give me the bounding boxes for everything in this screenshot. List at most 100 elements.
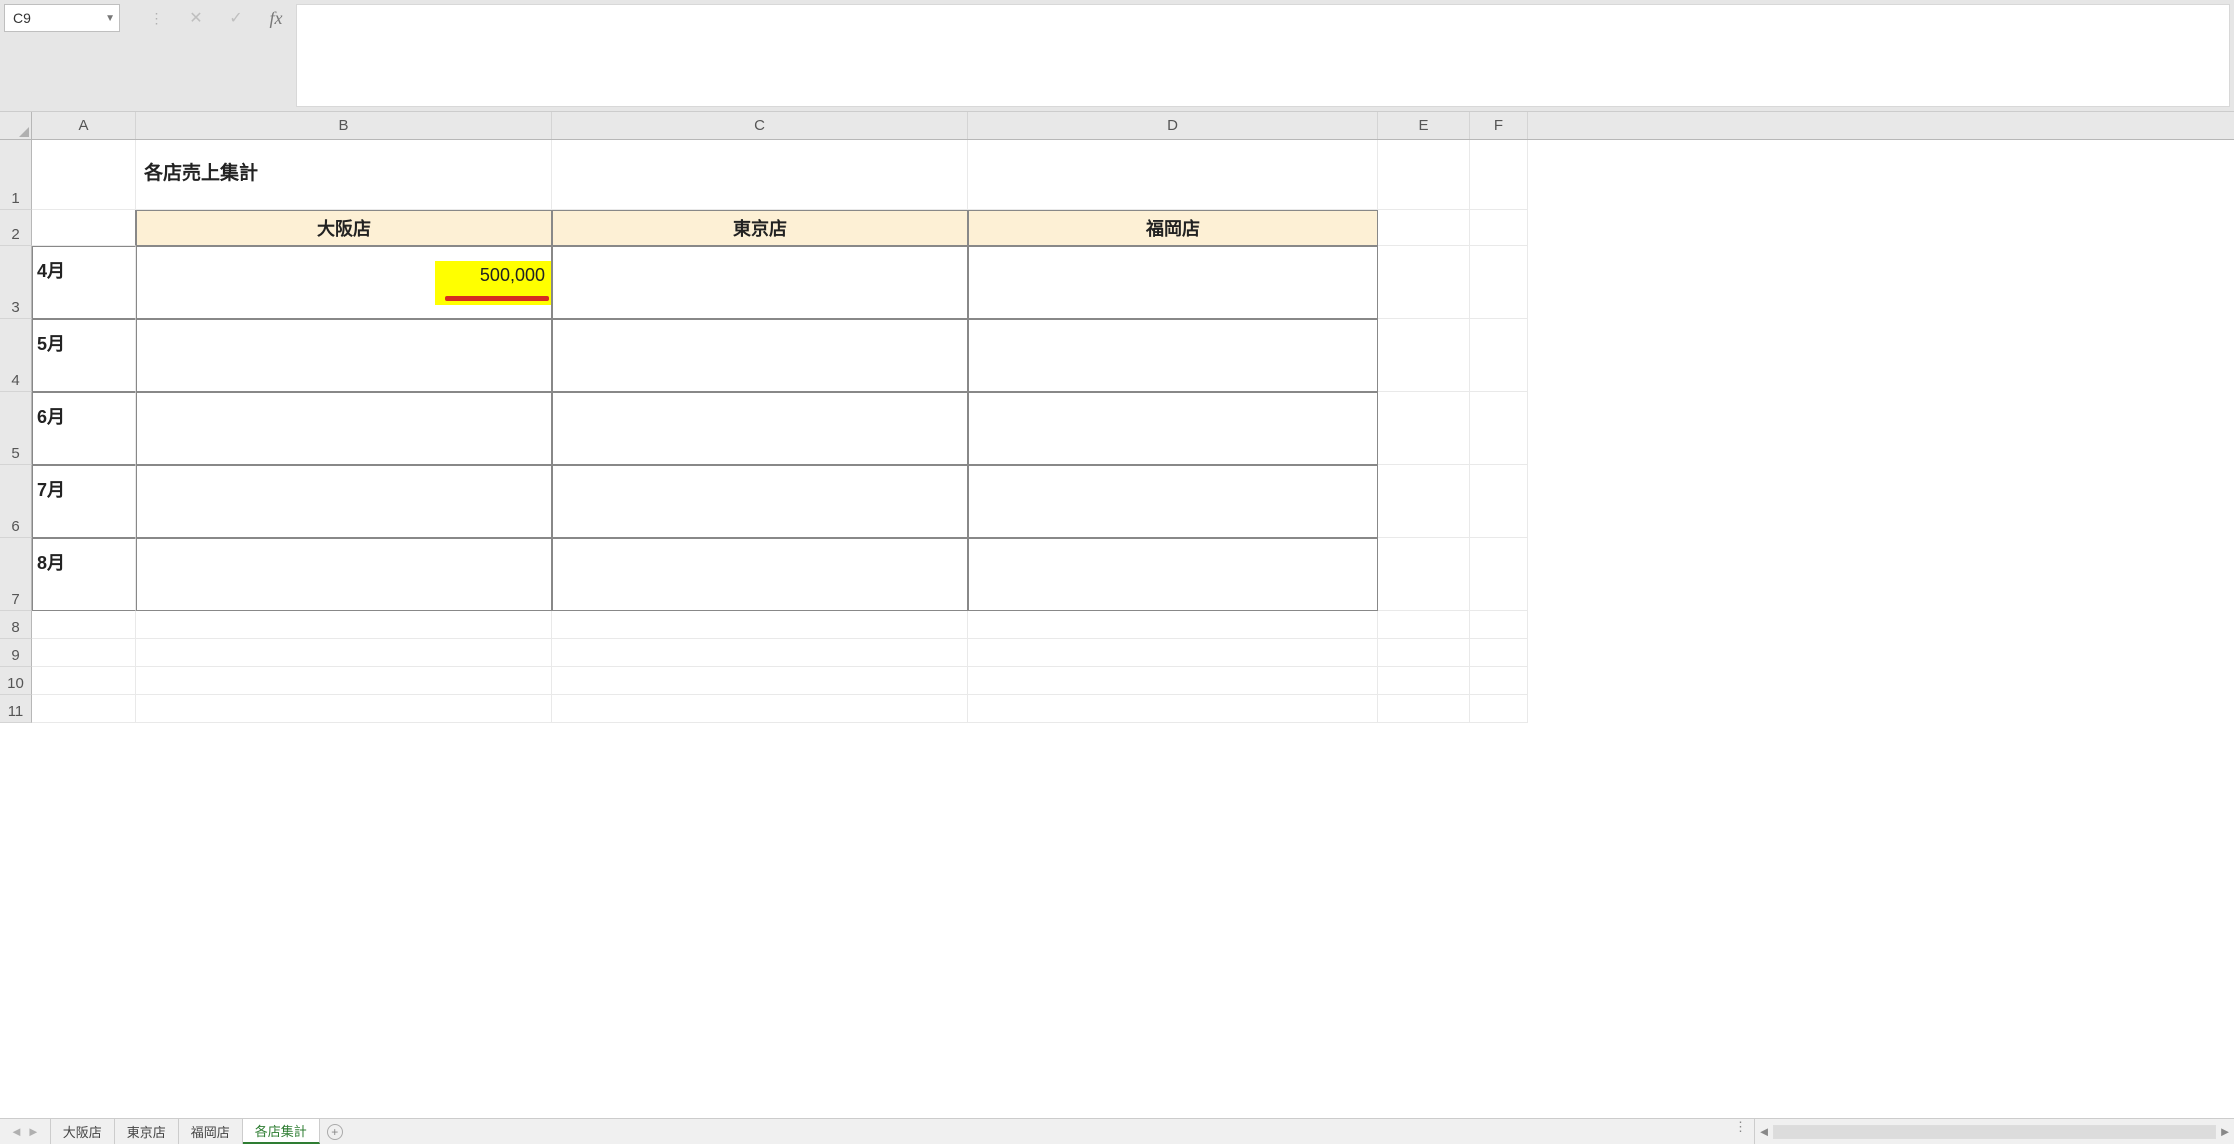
table-col-header[interactable]: 福岡店 [968, 210, 1378, 246]
col-header-E[interactable]: E [1378, 112, 1470, 139]
cell[interactable] [136, 667, 552, 695]
sheet-tab[interactable]: 東京店 [115, 1119, 179, 1144]
table-cell[interactable] [552, 538, 968, 611]
name-box[interactable]: C9 ▼ [4, 4, 120, 32]
cell[interactable] [968, 611, 1378, 639]
cell[interactable] [32, 140, 136, 210]
row-header[interactable]: 4 [0, 319, 32, 392]
cell[interactable] [1378, 538, 1470, 611]
cell[interactable] [1378, 465, 1470, 538]
row-header[interactable]: 3 [0, 246, 32, 319]
cell[interactable] [1470, 319, 1528, 392]
cell[interactable] [1470, 392, 1528, 465]
cell[interactable] [1378, 611, 1470, 639]
table-cell[interactable] [136, 538, 552, 611]
cell[interactable] [136, 695, 552, 723]
row-header[interactable]: 8 [0, 611, 32, 639]
spreadsheet-grid[interactable]: A B C D E F 1 各店売上集計 2 [0, 112, 2234, 1118]
enter-icon[interactable]: ✓ [226, 4, 246, 32]
cell[interactable] [136, 639, 552, 667]
cell[interactable] [1470, 140, 1528, 210]
table-col-header[interactable]: 東京店 [552, 210, 968, 246]
sheet-tab[interactable]: 福岡店 [179, 1119, 243, 1144]
tab-nav-prev-icon[interactable]: ◄ [10, 1124, 23, 1139]
cell[interactable] [968, 667, 1378, 695]
sheet-tab[interactable]: 大阪店 [51, 1119, 115, 1144]
cell[interactable] [552, 140, 968, 210]
sheet-tab-active[interactable]: 各店集計 [243, 1119, 320, 1144]
col-header-B[interactable]: B [136, 112, 552, 139]
table-cell[interactable] [968, 246, 1378, 319]
table-cell[interactable] [968, 319, 1378, 392]
cell[interactable] [1470, 246, 1528, 319]
table-col-header[interactable]: 大阪店 [136, 210, 552, 246]
select-all-corner[interactable] [0, 112, 32, 139]
cell[interactable] [1470, 465, 1528, 538]
cell[interactable] [1378, 695, 1470, 723]
col-header-D[interactable]: D [968, 112, 1378, 139]
cell[interactable] [552, 611, 968, 639]
table-row-label[interactable]: 6月 [32, 392, 136, 465]
horizontal-scrollbar[interactable]: ◄ ► [1754, 1119, 2234, 1144]
formula-input[interactable] [296, 4, 2230, 107]
cell[interactable] [136, 611, 552, 639]
scroll-left-icon[interactable]: ◄ [1755, 1124, 1773, 1139]
col-header-C[interactable]: C [552, 112, 968, 139]
cell[interactable] [1378, 140, 1470, 210]
cell[interactable] [32, 667, 136, 695]
table-cell[interactable] [552, 392, 968, 465]
row-header[interactable]: 5 [0, 392, 32, 465]
cell[interactable] [552, 695, 968, 723]
col-header-F[interactable]: F [1470, 112, 1528, 139]
table-cell[interactable] [968, 392, 1378, 465]
cell-title[interactable]: 各店売上集計 [136, 140, 552, 210]
cell[interactable] [1378, 210, 1470, 246]
table-row-label[interactable]: 7月 [32, 465, 136, 538]
table-cell[interactable] [136, 392, 552, 465]
table-row-label[interactable]: 8月 [32, 538, 136, 611]
chevron-down-icon[interactable]: ▼ [105, 13, 115, 24]
cell[interactable] [32, 639, 136, 667]
cell[interactable] [968, 639, 1378, 667]
row-header[interactable]: 11 [0, 695, 32, 723]
cell[interactable] [1378, 246, 1470, 319]
cell[interactable] [1470, 695, 1528, 723]
table-cell[interactable] [968, 538, 1378, 611]
cell[interactable] [1378, 667, 1470, 695]
row-header[interactable]: 1 [0, 140, 32, 210]
cell[interactable] [1470, 538, 1528, 611]
cell[interactable] [1378, 639, 1470, 667]
table-row-label[interactable]: 5月 [32, 319, 136, 392]
table-cell[interactable] [552, 246, 968, 319]
fx-icon[interactable]: fx [266, 4, 286, 32]
table-cell[interactable] [552, 319, 968, 392]
table-cell[interactable] [136, 319, 552, 392]
table-cell[interactable] [136, 465, 552, 538]
table-cell[interactable] [968, 465, 1378, 538]
cell[interactable] [552, 667, 968, 695]
row-header[interactable]: 2 [0, 210, 32, 246]
row-header[interactable]: 10 [0, 667, 32, 695]
tab-nav-next-icon[interactable]: ► [27, 1124, 40, 1139]
cell[interactable] [1378, 319, 1470, 392]
cell[interactable] [32, 210, 136, 246]
cell[interactable] [1470, 210, 1528, 246]
table-cell[interactable] [552, 465, 968, 538]
cell[interactable] [968, 140, 1378, 210]
cell[interactable] [1470, 639, 1528, 667]
cell[interactable] [552, 639, 968, 667]
row-header[interactable]: 7 [0, 538, 32, 611]
row-header[interactable]: 6 [0, 465, 32, 538]
more-icon[interactable]: ⋮ [1728, 1119, 1754, 1144]
add-sheet-button[interactable]: + [320, 1119, 350, 1144]
row-header[interactable]: 9 [0, 639, 32, 667]
table-row-label[interactable]: 4月 [32, 246, 136, 319]
cell[interactable] [1378, 392, 1470, 465]
col-header-A[interactable]: A [32, 112, 136, 139]
cell[interactable] [32, 611, 136, 639]
cell[interactable] [32, 695, 136, 723]
cell[interactable] [1470, 667, 1528, 695]
cancel-icon[interactable]: ✕ [186, 4, 206, 32]
scrollbar-thumb[interactable] [1774, 1126, 2215, 1138]
table-cell[interactable]: 500,000 [136, 246, 552, 319]
